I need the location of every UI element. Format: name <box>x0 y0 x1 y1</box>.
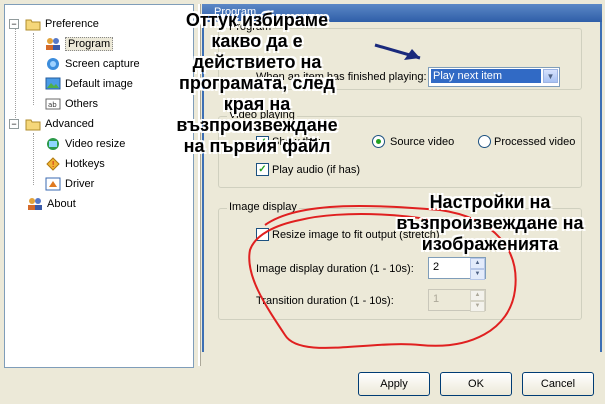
annotation-bottom: Настройки на възпроизвеждане на изображе… <box>396 192 584 254</box>
annotation-top: Оттук избираме какво да е действието на … <box>176 10 338 156</box>
